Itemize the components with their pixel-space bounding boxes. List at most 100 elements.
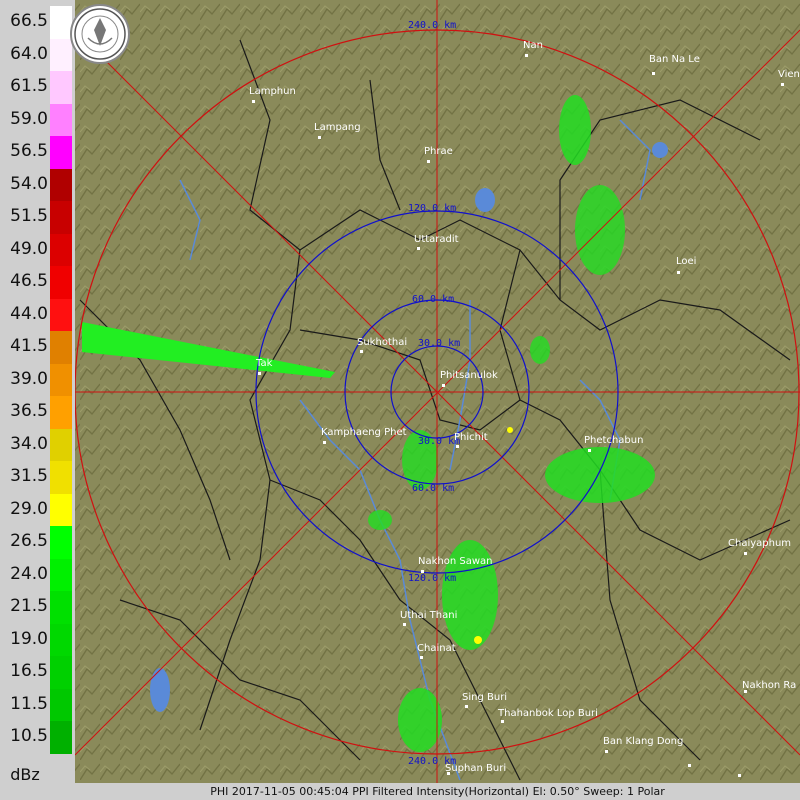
agency-logo	[70, 4, 130, 64]
echo-core-yellow-2	[507, 427, 513, 433]
legend-swatch	[50, 103, 72, 137]
echo-north	[559, 95, 591, 165]
range-label: 240.0 km	[408, 20, 456, 31]
dbz-legend: dBz 66.5 64.0 61.5 59.0 56.5 54.0 51.5 49.0 46.5…	[0, 0, 75, 800]
city-label: Phrae	[424, 146, 453, 157]
legend-swatch	[50, 298, 72, 332]
legend-swatch	[50, 168, 72, 202]
legend-row: 34.0	[0, 428, 75, 462]
legend-value: 66.5	[10, 11, 48, 31]
city-label: Nan	[523, 40, 543, 51]
legend-value: 56.5	[10, 141, 48, 161]
legend-swatch	[50, 266, 72, 299]
city-label: Phetchabun	[584, 435, 643, 446]
echo-east-small	[530, 336, 550, 364]
range-label: 30.0 km	[418, 338, 460, 349]
legend-swatch	[50, 38, 72, 72]
city-marker	[360, 350, 363, 353]
range-label: 120.0 km	[408, 573, 456, 584]
legend-swatch	[50, 493, 72, 527]
legend-value: 29.0	[10, 498, 48, 519]
legend-row: 29.0	[0, 493, 75, 527]
legend-swatch	[50, 233, 72, 267]
city-label: Vien	[778, 69, 800, 80]
city-label: Chaiyaphum	[728, 538, 791, 549]
city-marker	[781, 83, 784, 86]
city-marker	[420, 656, 423, 659]
city-marker	[652, 72, 655, 75]
legend-value: 51.5	[10, 206, 48, 226]
legend-row: 54.0	[0, 168, 75, 202]
legend-value: 39.0	[10, 368, 48, 389]
legend-row: 39.0	[0, 363, 75, 397]
legend-swatch	[50, 558, 72, 592]
legend-row: 11.5	[0, 688, 75, 722]
legend-value: 24.0	[10, 563, 48, 584]
city-marker	[465, 705, 468, 708]
legend-value: 34.0	[10, 433, 48, 454]
city-label: Sukhothai	[357, 337, 407, 348]
legend-row: 44.0	[0, 298, 75, 332]
legend-value: 11.5	[10, 693, 48, 714]
legend-swatch	[50, 363, 72, 397]
city-label: Phitsanulok	[440, 370, 498, 381]
city-marker	[403, 623, 406, 626]
city-marker	[427, 160, 430, 163]
city-label: Chainat	[417, 643, 456, 654]
legend-row: 21.5	[0, 591, 75, 624]
legend-value: 10.5	[10, 726, 48, 746]
city-label: Ban Klang Dong	[603, 736, 683, 747]
city-label: Ban Na Le	[649, 54, 700, 65]
echo-core-yellow	[474, 636, 482, 644]
city-label: Uthai Thani	[400, 610, 457, 621]
legend-row: 24.0	[0, 558, 75, 592]
city-label: Kamphaeng Phet	[321, 427, 407, 438]
legend-row: 59.0	[0, 103, 75, 137]
city-label: Thahanbok Lop Buri	[497, 708, 598, 719]
legend-row: 61.5	[0, 71, 75, 104]
city-marker	[456, 445, 459, 448]
legend-swatch	[50, 396, 72, 429]
legend-swatch	[50, 656, 72, 689]
city-marker	[252, 100, 255, 103]
city-marker	[442, 384, 445, 387]
city-marker	[738, 774, 741, 777]
city-label: Tak	[255, 358, 273, 369]
legend-swatch	[50, 526, 72, 559]
city-marker	[318, 136, 321, 139]
legend-swatch	[50, 136, 72, 169]
echo-south	[398, 688, 442, 752]
radar-display: dBz 66.5 64.0 61.5 59.0 56.5 54.0 51.5 49.0 46.5…	[0, 0, 800, 800]
range-label: 60.0 km	[412, 294, 454, 305]
city-label: Nakhon Sawan	[418, 556, 493, 567]
echo-west-small	[368, 510, 392, 530]
city-label: Lamphun	[249, 86, 296, 97]
legend-row: 49.0	[0, 233, 75, 267]
legend-value: 19.0	[10, 628, 48, 649]
legend-row: 36.5	[0, 396, 75, 429]
legend-row: 41.5	[0, 331, 75, 364]
city-marker	[605, 750, 608, 753]
legend-swatch	[50, 71, 72, 104]
legend-value: 26.5	[10, 531, 48, 551]
legend-row: 10.5	[0, 721, 75, 754]
legend-value: 54.0	[10, 173, 48, 194]
legend-value: 46.5	[10, 271, 48, 291]
legend-value: 21.5	[10, 596, 48, 616]
city-label: Suphan Buri	[445, 763, 506, 774]
legend-row: 51.5	[0, 201, 75, 234]
city-marker	[258, 372, 261, 375]
legend-row: 56.5	[0, 136, 75, 169]
city-marker	[323, 441, 326, 444]
legend-swatch	[50, 623, 72, 657]
legend-swatch	[50, 688, 72, 722]
legend-swatch	[50, 6, 72, 39]
city-marker	[588, 449, 591, 452]
city-marker	[421, 570, 424, 573]
status-bar: PHI 2017-11-05 00:45:04 PPI Filtered Int…	[75, 783, 800, 800]
city-label: Phichit	[454, 432, 488, 443]
legend-row: 19.0	[0, 623, 75, 657]
city-marker	[688, 764, 691, 767]
legend-row: 16.5	[0, 656, 75, 689]
radar-map[interactable]: 240.0 km 120.0 km 60.0 km 30.0 km 30.0 k…	[75, 0, 800, 783]
